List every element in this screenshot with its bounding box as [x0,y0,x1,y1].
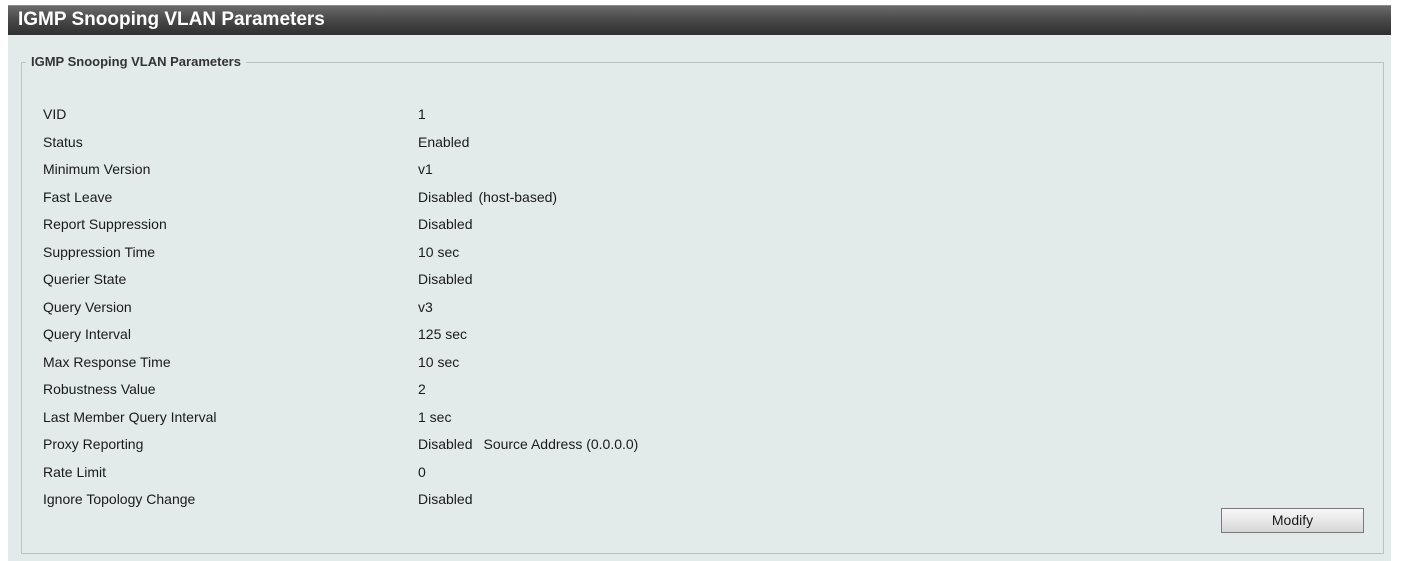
row-fast-leave: Fast Leave Disabled (host-based) [22,184,1383,212]
fieldset-legend: IGMP Snooping VLAN Parameters [31,54,241,69]
row-status: Status Enabled [22,129,1383,157]
row-value-text: 10 sec [418,243,460,260]
row-value: 0 [418,459,426,487]
row-vid: VID 1 [22,101,1383,129]
row-value-text: Disabled [418,216,473,232]
page-title: IGMP Snooping VLAN Parameters [18,9,325,30]
row-value: 1 sec [418,404,451,432]
row-label: Minimum Version [43,161,151,177]
row-robustness-value: Robustness Value 2 [22,376,1383,404]
parameters-list: VID 1 Status Enabled Minimum Version v1 … [22,101,1383,514]
row-value-text: 0 [418,463,426,480]
row-value-text: 2 [418,381,426,397]
row-value: 1 [418,101,426,129]
row-value-text: 125 sec [418,326,468,342]
row-label: Rate Limit [43,463,107,480]
row-proxy-reporting: Proxy Reporting Disabled Source Address (… [22,431,1383,459]
row-value: Disabled [418,211,472,239]
row-rate-limit: Rate Limit 0 [22,459,1383,487]
row-label: Status [43,133,83,150]
row-max-response-time: Max Response Time 10 sec [22,349,1383,377]
row-label: Query Version [43,298,132,315]
row-value: Disabled [418,486,472,514]
modify-button[interactable]: Modify [1221,508,1364,533]
row-query-version: Query Version v3 [22,294,1383,322]
row-value-extra: Source Address (0.0.0.0) [483,436,639,452]
row-label: Querier State [43,271,127,287]
row-value-text: Disabled [418,491,473,507]
row-value-text: Disabled [418,436,473,452]
row-value-text: 1 sec [418,408,452,425]
row-value-text: 10 sec [418,353,460,370]
row-value: 10 sec [418,239,459,267]
row-suppression-time: Suppression Time 10 sec [22,239,1383,267]
row-value-text: Disabled [418,188,473,205]
row-value: 2 [418,376,426,404]
row-report-suppression: Report Suppression Disabled [22,211,1383,239]
row-label: Max Response Time [43,353,171,370]
row-label: Query Interval [43,326,131,342]
row-label: Fast Leave [43,188,113,205]
row-value: Disabled (host-based) [418,184,557,212]
row-label: Last Member Query Interval [43,408,217,425]
row-label: Suppression Time [43,243,156,260]
page: IGMP Snooping VLAN Parameters IGMP Snoop… [0,0,1407,561]
row-value-text: 1 [418,106,426,122]
row-label: VID [43,106,67,122]
row-value: 10 sec [418,349,459,377]
row-value-text: v3 [418,298,433,315]
row-value-extra: (host-based) [478,188,558,205]
row-label: Proxy Reporting [43,436,144,452]
row-ignore-topology-change: Ignore Topology Change Disabled [22,486,1383,514]
row-minimum-version: Minimum Version v1 [22,156,1383,184]
row-value: Disabled [418,266,472,294]
row-last-member-query-interval: Last Member Query Interval 1 sec [22,404,1383,432]
row-label: Robustness Value [43,381,156,397]
row-value-text: Enabled [418,133,470,150]
row-query-interval: Query Interval 125 sec [22,321,1383,349]
content-area: IGMP Snooping VLAN Parameters VID 1 Stat… [8,35,1391,561]
row-label: Ignore Topology Change [43,491,196,507]
row-value: v3 [418,294,433,322]
row-value: v1 [418,156,433,184]
row-value: 125 sec [418,321,467,349]
row-value: Disabled Source Address (0.0.0.0) [418,431,638,459]
title-bar: IGMP Snooping VLAN Parameters [8,5,1391,35]
row-value-text: Disabled [418,271,473,287]
row-querier-state: Querier State Disabled [22,266,1383,294]
parameters-fieldset: IGMP Snooping VLAN Parameters VID 1 Stat… [21,54,1384,554]
row-value: Enabled [418,129,469,157]
row-label: Report Suppression [43,216,167,232]
row-value-text: v1 [418,161,433,177]
